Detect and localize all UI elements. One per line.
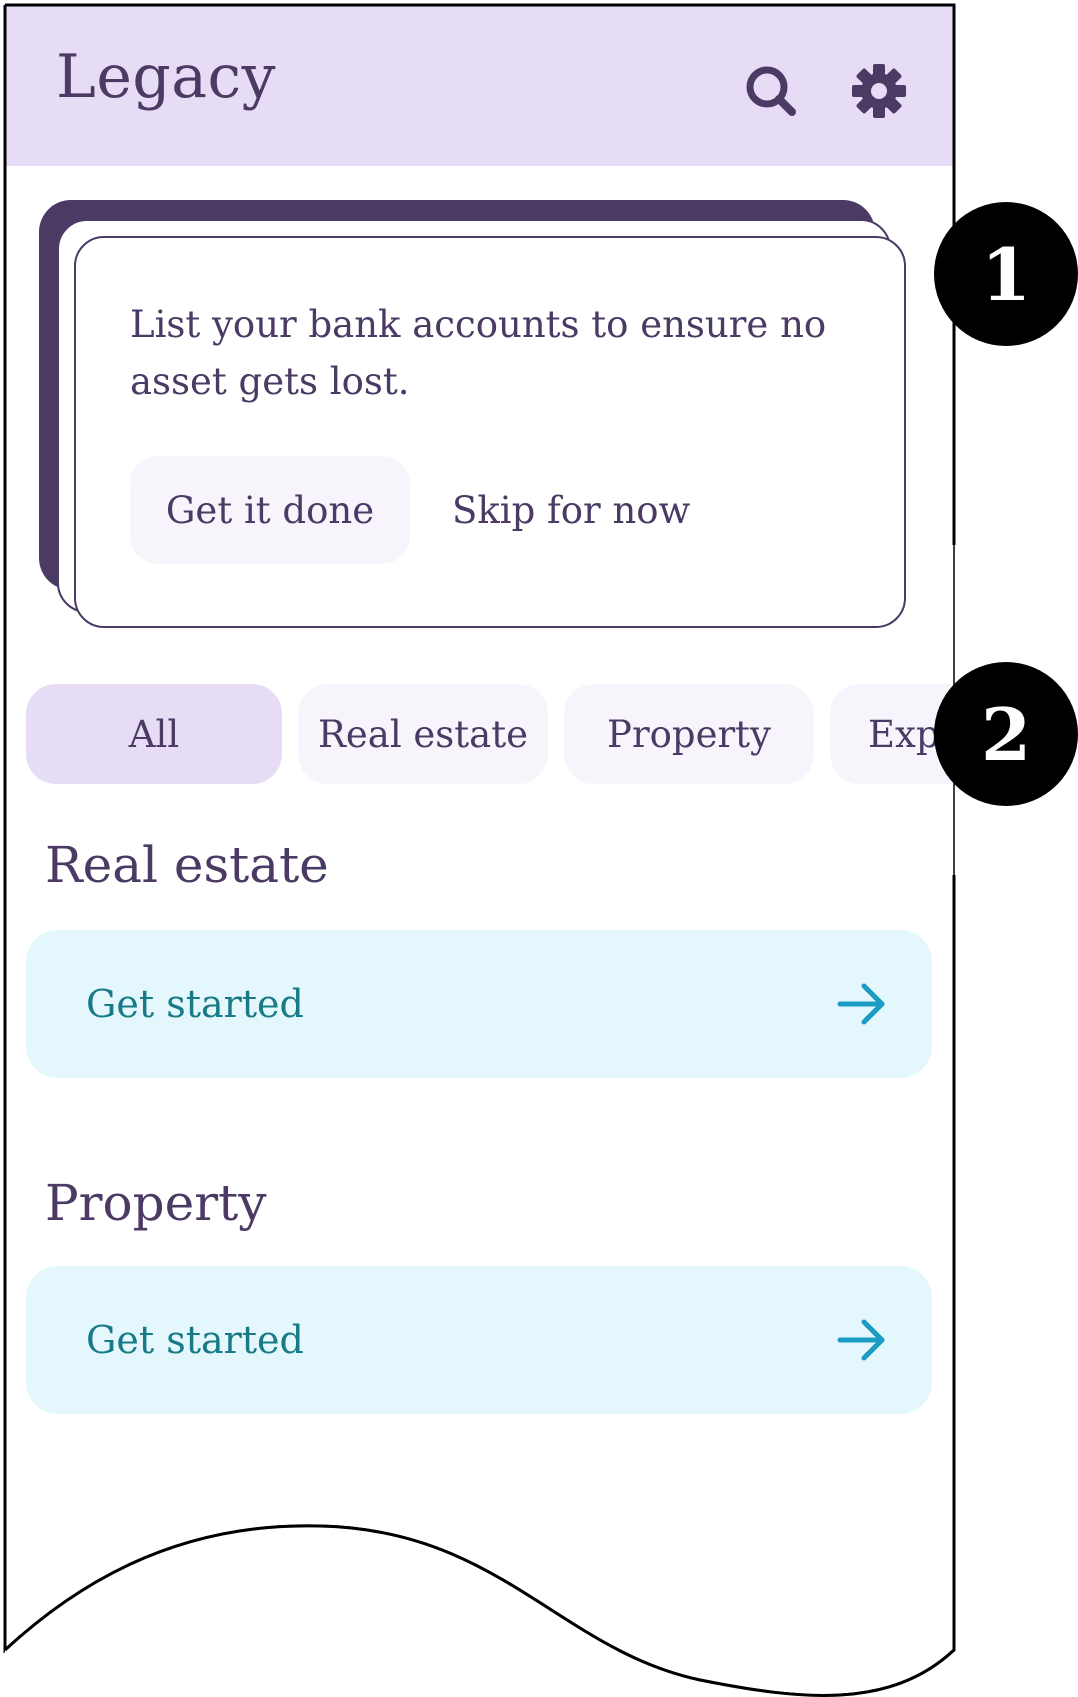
section-title-real-estate: Real estate (45, 836, 329, 894)
annotation-marker-1: 1 (934, 202, 1078, 346)
app-title: Legacy (56, 42, 277, 112)
gear-icon (852, 64, 906, 118)
chip-real-estate[interactable]: Real estate (298, 684, 548, 784)
search-icon (746, 66, 796, 116)
settings-button[interactable] (844, 56, 914, 126)
get-it-done-button[interactable]: Get it done (130, 456, 410, 564)
app-header: Legacy (4, 4, 954, 166)
prompt-message: List your bank accounts to ensure no ass… (130, 303, 827, 403)
chip-all[interactable]: All (26, 684, 282, 784)
arrow-right-icon (837, 1319, 885, 1361)
skip-for-now-button[interactable]: Skip for now (452, 456, 690, 564)
cta-label: Get started (86, 1318, 304, 1362)
cta-label: Get started (86, 982, 304, 1026)
chip-property[interactable]: Property (564, 684, 814, 784)
annotation-marker-2: 2 (934, 662, 1078, 806)
property-get-started[interactable]: Get started (26, 1266, 932, 1414)
search-button[interactable] (736, 56, 806, 126)
real-estate-get-started[interactable]: Get started (26, 930, 932, 1078)
arrow-right-icon (837, 983, 885, 1025)
section-title-property: Property (45, 1174, 267, 1232)
prompt-card: List your bank accounts to ensure no ass… (74, 236, 906, 628)
filter-chips: All Real estate Property Exp (26, 684, 952, 784)
